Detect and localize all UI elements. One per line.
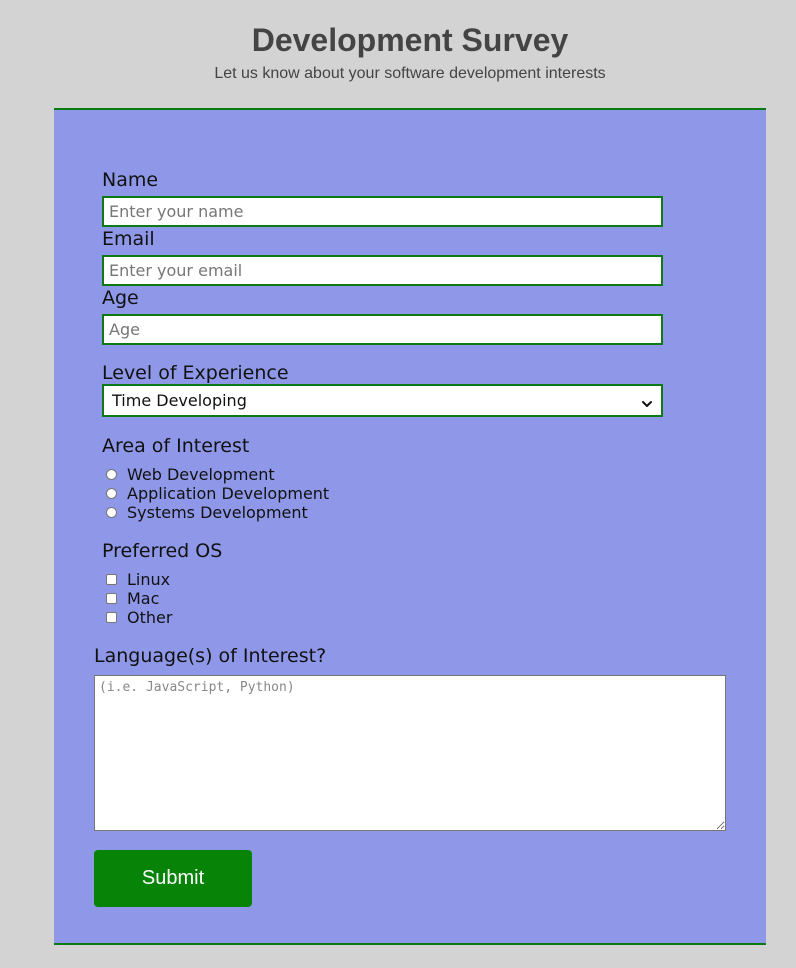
email-label: Email — [102, 228, 155, 250]
interest-option-web[interactable]: Web Development — [106, 465, 275, 484]
interest-label: Area of Interest — [102, 435, 250, 457]
page-description: Let us know about your software developm… — [214, 65, 606, 82]
chevron-down-icon — [641, 395, 653, 407]
email-input[interactable] — [102, 255, 663, 286]
languages-label: Language(s) of Interest? — [94, 645, 327, 667]
age-input[interactable] — [102, 314, 663, 345]
os-option-mac[interactable]: Mac — [106, 589, 159, 608]
name-input[interactable] — [102, 196, 663, 227]
checkbox[interactable] — [106, 593, 117, 604]
option-label: Mac — [127, 589, 160, 608]
option-label: Systems Development — [127, 503, 308, 522]
option-label: Web Development — [127, 465, 275, 484]
os-option-other[interactable]: Other — [106, 608, 172, 627]
os-option-linux[interactable]: Linux — [106, 570, 170, 589]
interest-option-application[interactable]: Application Development — [106, 484, 329, 503]
name-label: Name — [102, 169, 159, 191]
submit-button[interactable]: Submit — [94, 850, 252, 907]
survey-form: Name Email Age Level of Experience Time … — [54, 108, 766, 945]
checkbox[interactable] — [106, 612, 117, 623]
languages-textarea[interactable] — [94, 675, 726, 831]
option-label: Other — [127, 608, 173, 627]
option-label: Linux — [127, 570, 171, 589]
option-label: Application Development — [127, 484, 330, 503]
radio-button[interactable] — [106, 488, 117, 499]
radio-button[interactable] — [106, 507, 117, 518]
os-label: Preferred OS — [102, 540, 223, 562]
interest-option-systems[interactable]: Systems Development — [106, 503, 308, 522]
checkbox[interactable] — [106, 574, 117, 585]
page-title: Development Survey — [251, 22, 569, 58]
radio-button[interactable] — [106, 469, 117, 480]
experience-selected-value: Time Developing — [112, 391, 247, 410]
experience-label: Level of Experience — [102, 362, 289, 384]
age-label: Age — [102, 287, 139, 309]
experience-select[interactable]: Time Developing — [102, 384, 663, 417]
